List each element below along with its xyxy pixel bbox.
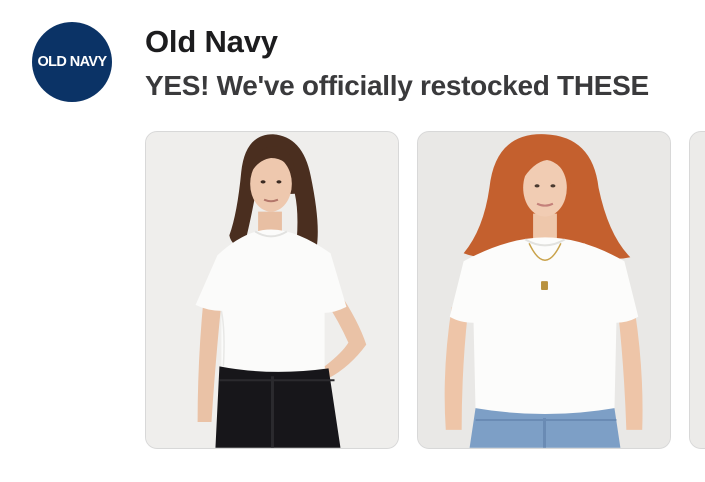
image-carousel[interactable] bbox=[145, 131, 705, 451]
product-image-card[interactable] bbox=[417, 131, 671, 449]
sender-name: Old Navy bbox=[145, 24, 278, 59]
product-photo-model-white-tee-black-jeans bbox=[146, 132, 398, 448]
avatar-logo-text: OLD NAVY bbox=[37, 54, 107, 70]
email-preview-row[interactable]: OLD NAVY Old Navy YES! We've officially … bbox=[0, 0, 705, 482]
product-photo-partially-visible bbox=[690, 132, 705, 448]
product-image-card[interactable] bbox=[689, 131, 705, 449]
product-image-card[interactable] bbox=[145, 131, 399, 449]
product-photo-model-white-tee-blue-jeans bbox=[418, 132, 670, 448]
sender-avatar[interactable]: OLD NAVY bbox=[32, 22, 112, 102]
email-subject: YES! We've officially restocked THESE bbox=[145, 70, 649, 101]
